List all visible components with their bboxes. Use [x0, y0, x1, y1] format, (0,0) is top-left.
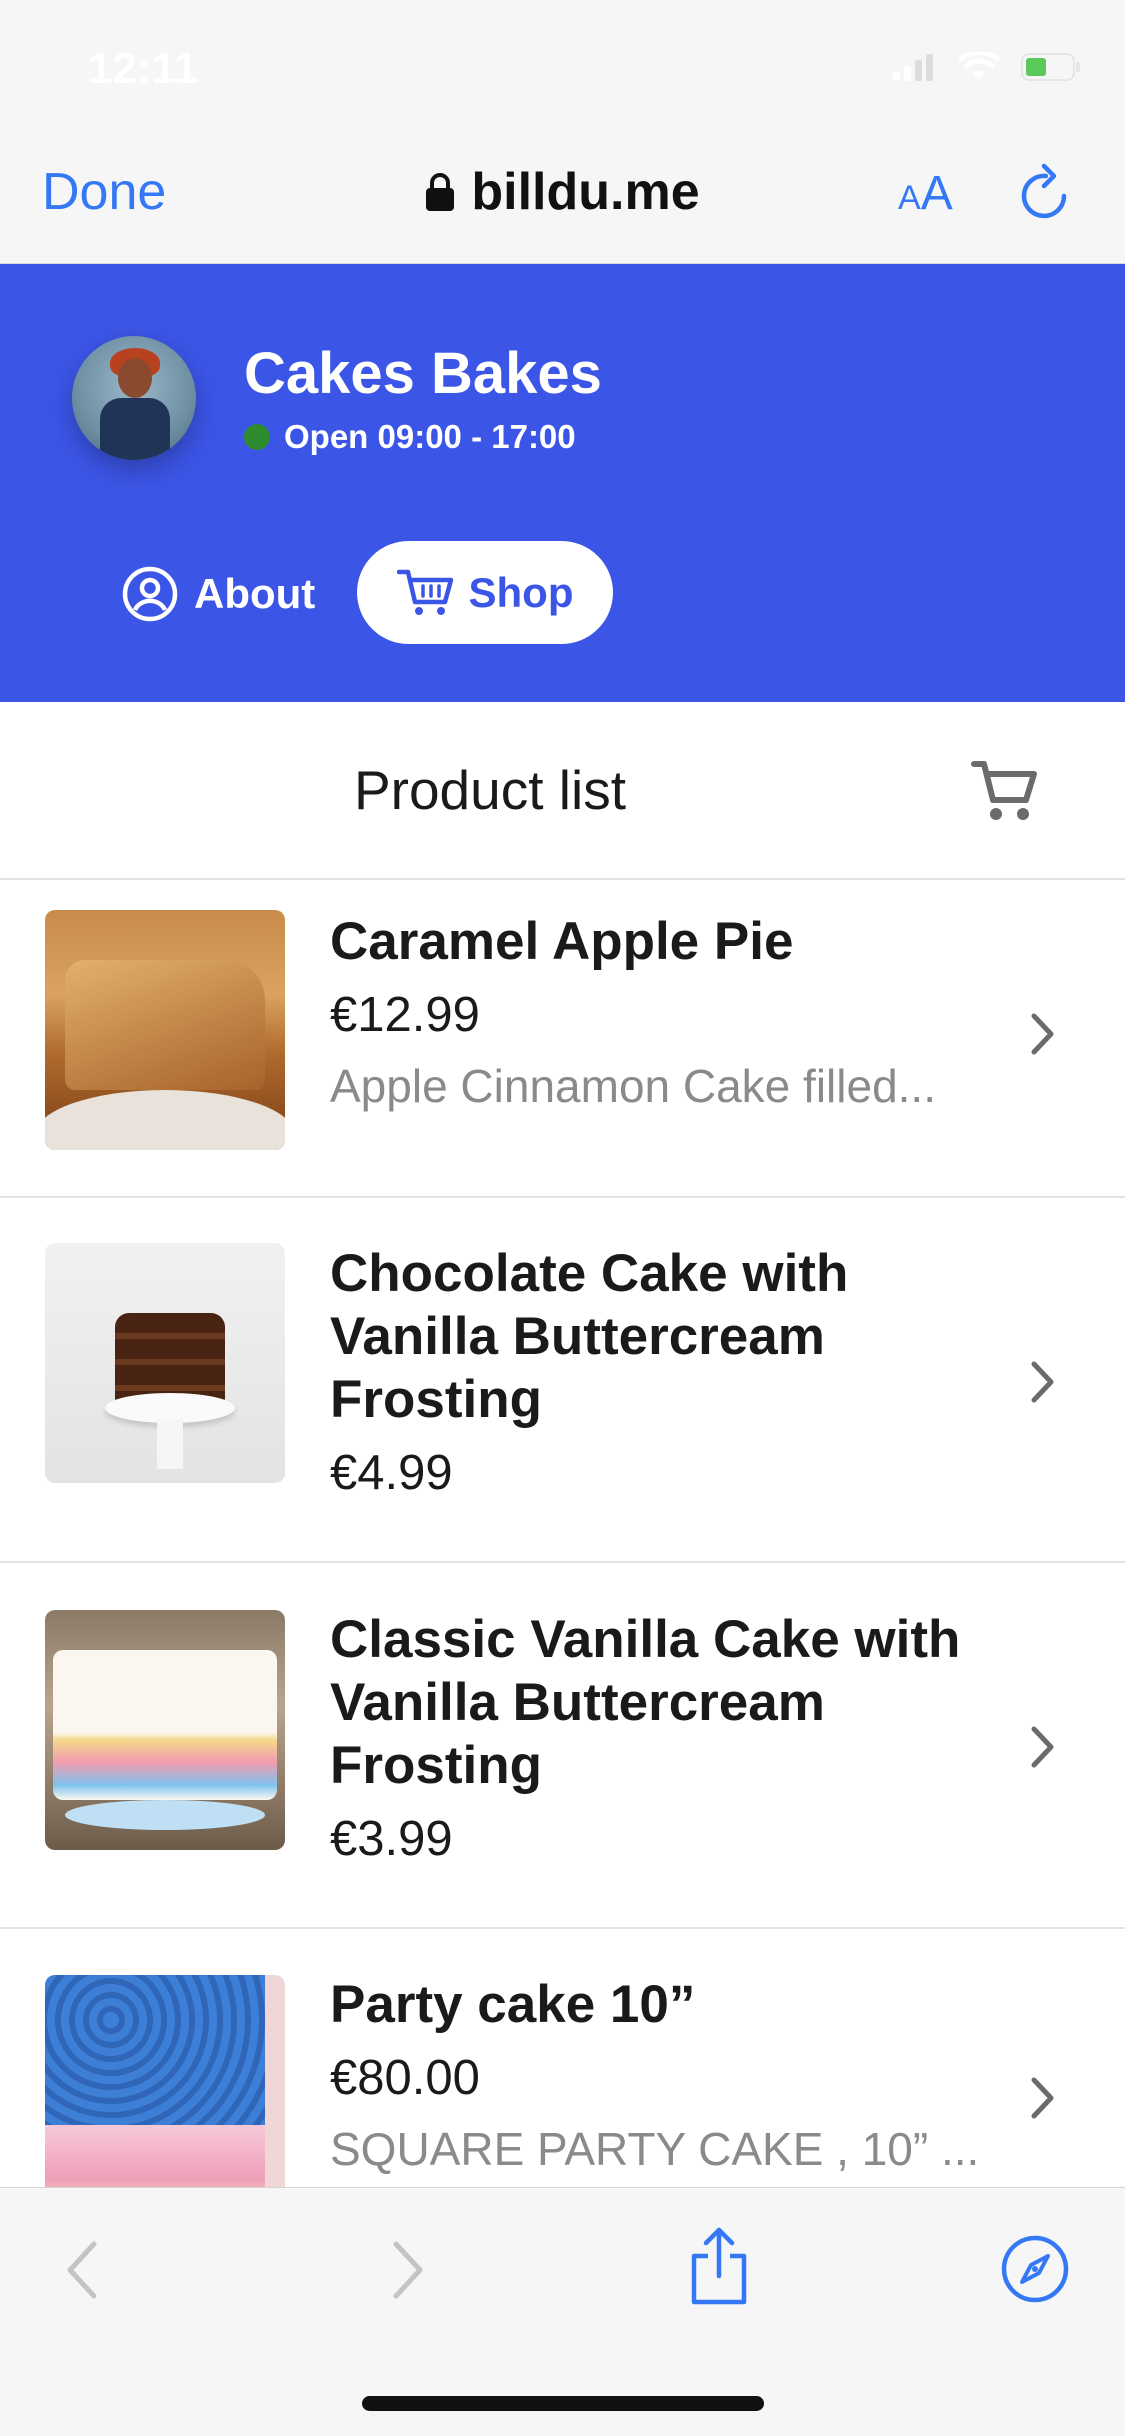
product-item[interactable]: Caramel Apple Pie €12.99 Apple Cinnamon …: [0, 880, 1125, 1198]
aa-large: A: [920, 167, 953, 220]
aa-small: A: [898, 179, 921, 217]
product-info: Caramel Apple Pie €12.99 Apple Cinnamon …: [330, 910, 1010, 1113]
product-info: Chocolate Cake with Vanilla Buttercream …: [330, 1242, 1010, 1501]
shop-header: Cakes Bakes Open 09:00 - 17:00 About Sho…: [0, 264, 1125, 702]
shop-avatar: [72, 336, 196, 460]
product-image: [45, 1243, 285, 1483]
shopping-cart-icon: [971, 761, 1037, 820]
reload-button[interactable]: [1018, 162, 1074, 227]
chevron-right-icon: [1031, 1013, 1054, 1055]
compass-icon[interactable]: [1000, 2234, 1070, 2304]
address-bar[interactable]: billdu.me: [0, 162, 1125, 222]
product-image: [45, 1610, 285, 1850]
product-info: Classic Vanilla Cake with Vanilla Butter…: [330, 1608, 1010, 1867]
product-name: Party cake 10”: [330, 1975, 696, 2034]
back-icon[interactable]: [62, 2238, 102, 2302]
shop-name: Cakes Bakes: [244, 341, 602, 406]
product-item[interactable]: Party cake 10” €80.00 SQUARE PARTY CAKE …: [0, 1929, 1125, 2187]
product-price: €3.99: [330, 1812, 453, 1866]
status-icons: [893, 52, 1081, 82]
open-status-dot: [244, 424, 270, 450]
chevron-right-icon: [1031, 2077, 1054, 2119]
product-description: SQUARE PARTY CAKE , 10” ...: [330, 2123, 980, 2175]
status-bar: 12:11: [0, 0, 1125, 132]
text-size-button[interactable]: AA: [898, 166, 953, 221]
user-circle-icon: [122, 566, 178, 622]
tab-shop-label: Shop: [468, 568, 574, 616]
reload-icon: [1021, 163, 1067, 219]
product-description: Apple Cinnamon Cake filled...: [330, 1060, 936, 1112]
forward-icon[interactable]: [388, 2238, 428, 2302]
product-info: Party cake 10” €80.00 SQUARE PARTY CAKE …: [330, 1973, 1010, 2176]
url-text: billdu.me: [471, 163, 700, 221]
product-price: €12.99: [330, 988, 480, 1042]
product-name: Classic Vanilla Cake with Vanilla Butter…: [330, 1610, 961, 1795]
share-icon[interactable]: [686, 2226, 752, 2306]
product-list-header: Product list: [0, 702, 1125, 880]
lock-icon: [426, 173, 455, 211]
product-price: €80.00: [330, 2051, 480, 2105]
open-hours-text: Open 09:00 - 17:00: [284, 418, 576, 455]
product-name: Caramel Apple Pie: [330, 912, 794, 971]
chevron-right-icon: [1031, 1361, 1054, 1403]
product-item[interactable]: Classic Vanilla Cake with Vanilla Butter…: [0, 1563, 1125, 1929]
opening-hours: Open 09:00 - 17:00: [244, 418, 576, 456]
home-indicator[interactable]: [362, 2396, 764, 2411]
browser-top-bar: Done billdu.me AA: [0, 132, 1125, 264]
product-item[interactable]: Chocolate Cake with Vanilla Buttercream …: [0, 1198, 1125, 1563]
status-time: 12:11: [88, 44, 199, 93]
signal-icon: [893, 54, 933, 81]
product-image: [45, 1975, 285, 2187]
wifi-icon: [959, 52, 999, 80]
tab-about-label: About: [194, 570, 316, 617]
battery-icon: [1021, 53, 1080, 81]
product-image: [45, 910, 285, 1150]
product-price: €4.99: [330, 1446, 453, 1500]
product-list-title: Product list: [353, 759, 627, 821]
product-name: Chocolate Cake with Vanilla Buttercream …: [330, 1244, 849, 1429]
cart-icon: [396, 569, 453, 615]
cart-button[interactable]: [970, 758, 1040, 829]
tab-about[interactable]: About: [122, 566, 315, 622]
url-display[interactable]: billdu.me: [425, 162, 700, 222]
tab-shop[interactable]: Shop: [357, 541, 613, 644]
chevron-right-icon: [1031, 1726, 1054, 1768]
